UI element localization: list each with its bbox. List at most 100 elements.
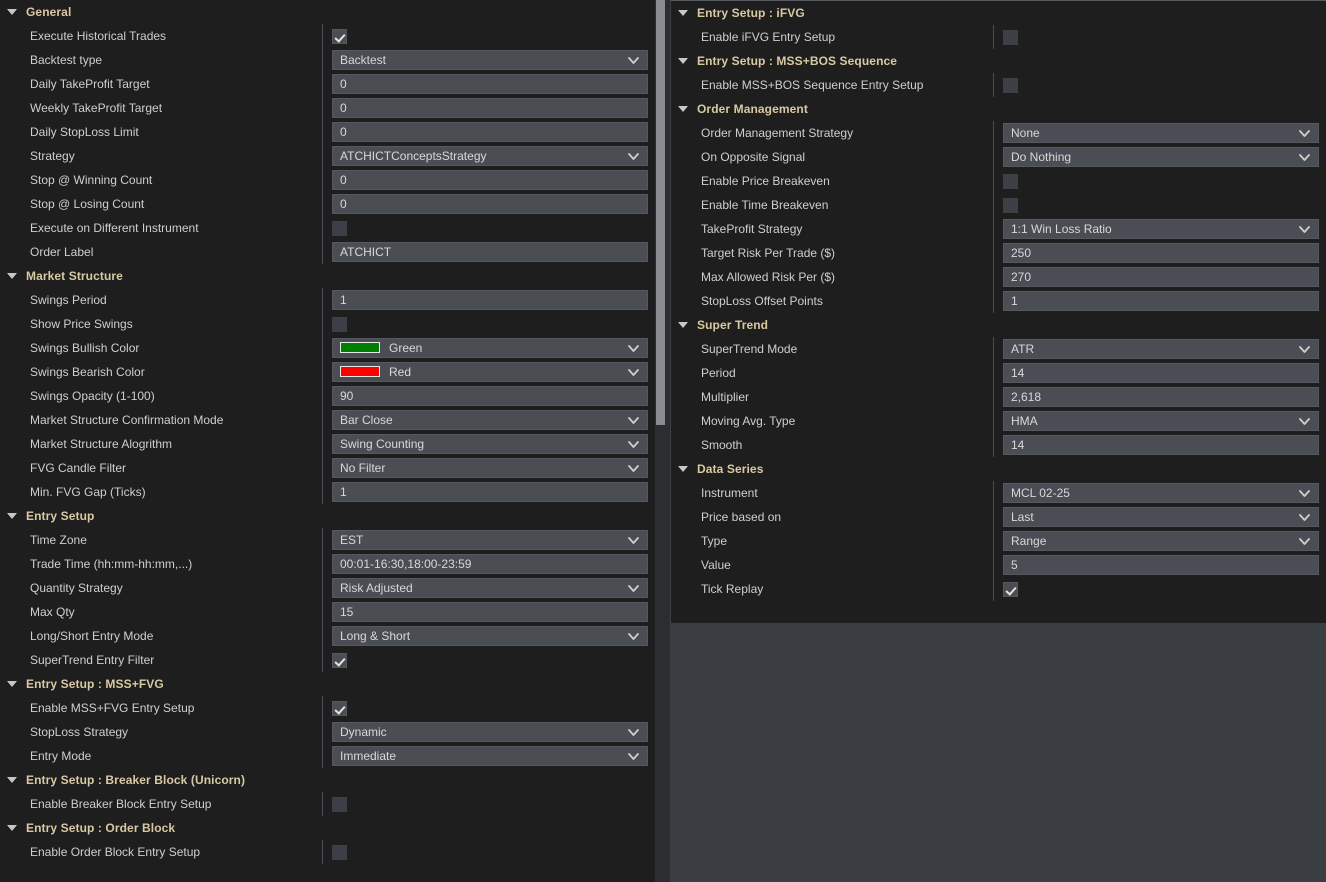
checkbox-enable-mss-fvg-entry-setup[interactable] — [332, 700, 347, 716]
checkbox-execute-historical-trades[interactable] — [332, 28, 347, 44]
text-input-stop-losing-count[interactable]: 0 — [332, 194, 648, 214]
text-input-stop-winning-count[interactable]: 0 — [332, 170, 648, 190]
dropdown-stoploss-strategy[interactable]: Dynamic — [332, 722, 648, 742]
text-input-daily-takeprofit-target[interactable]: 0 — [332, 74, 648, 94]
property-row: Stop @ Losing Count 0 — [0, 192, 655, 216]
dropdown-strategy[interactable]: ATCHICTConceptsStrategy — [332, 146, 648, 166]
text-input-trade-time-hh-mm-hh-mm[interactable]: 00:01-16:30,18:00-23:59 — [332, 554, 648, 574]
property-label-execute-historical-trades: Execute Historical Trades — [30, 29, 167, 43]
text-input-smooth[interactable]: 14 — [1003, 435, 1319, 455]
group-header-market-structure[interactable]: Market Structure — [0, 264, 655, 288]
input-value: 270 — [1011, 270, 1032, 284]
dropdown-fvg-candle-filter[interactable]: No Filter — [332, 458, 648, 478]
text-input-value[interactable]: 5 — [1003, 555, 1319, 575]
triangle-down-icon — [678, 322, 688, 328]
dropdown-price-based-on[interactable]: Last — [1003, 507, 1319, 527]
group-header-entry-setup-order-block[interactable]: Entry Setup : Order Block — [0, 816, 655, 840]
property-value-cell — [322, 24, 655, 48]
dropdown-value: ATCHICTConceptsStrategy — [340, 149, 487, 163]
text-input-swings-opacity-1-100[interactable]: 90 — [332, 386, 648, 406]
property-value-cell — [993, 169, 1326, 193]
input-value: ATCHICT — [340, 245, 392, 259]
property-label-weekly-takeprofit-target: Weekly TakeProfit Target — [30, 101, 163, 115]
triangle-down-icon — [7, 513, 17, 519]
property-row: TakeProfit Strategy 1:1 Win Loss Ratio — [671, 217, 1326, 241]
dropdown-value: EST — [340, 533, 364, 547]
property-label-smooth: Smooth — [701, 438, 743, 452]
property-value-cell: MCL 02-25 — [993, 481, 1326, 505]
group-header-data-series[interactable]: Data Series — [671, 457, 1326, 481]
group-header-entry-setup[interactable]: Entry Setup — [0, 504, 655, 528]
dropdown-entry-mode[interactable]: Immediate — [332, 746, 648, 766]
group-header-entry-setup-ifvg[interactable]: Entry Setup : iFVG — [671, 1, 1326, 25]
property-label-backtest-type: Backtest type — [30, 53, 103, 67]
property-row: StopLoss Strategy Dynamic — [0, 720, 655, 744]
dropdown-value: None — [1011, 126, 1040, 140]
property-row: Show Price Swings — [0, 312, 655, 336]
checkbox-enable-breaker-block-entry-setup[interactable] — [332, 796, 347, 812]
group-title: Entry Setup — [26, 509, 95, 523]
property-label-supertrend-entry-filter: SuperTrend Entry Filter — [30, 653, 155, 667]
dropdown-value: Last — [1011, 510, 1034, 524]
group-header-entry-setup-mss-fvg[interactable]: Entry Setup : MSS+FVG — [0, 672, 655, 696]
input-value: 00:01-16:30,18:00-23:59 — [340, 557, 472, 571]
dropdown-instrument[interactable]: MCL 02-25 — [1003, 483, 1319, 503]
checkbox-enable-order-block-entry-setup[interactable] — [332, 844, 347, 860]
dropdown-takeprofit-strategy[interactable]: 1:1 Win Loss Ratio — [1003, 219, 1319, 239]
dropdown-market-structure-confirmation-mode[interactable]: Bar Close — [332, 410, 648, 430]
dropdown-supertrend-mode[interactable]: ATR — [1003, 339, 1319, 359]
property-label-strategy: Strategy — [30, 149, 75, 163]
scrollbar-thumb[interactable] — [656, 0, 665, 425]
group-header-order-management[interactable]: Order Management — [671, 97, 1326, 121]
dropdown-on-opposite-signal[interactable]: Do Nothing — [1003, 147, 1319, 167]
checkbox-supertrend-entry-filter[interactable] — [332, 652, 347, 668]
checkbox-execute-on-different-instrument[interactable] — [332, 220, 347, 236]
dropdown-order-management-strategy[interactable]: None — [1003, 123, 1319, 143]
property-value-cell: Swing Counting — [322, 432, 655, 456]
text-input-swings-period[interactable]: 1 — [332, 290, 648, 310]
text-input-period[interactable]: 14 — [1003, 363, 1319, 383]
group-header-general[interactable]: General — [0, 0, 655, 24]
checkbox-enable-ifvg-entry-setup[interactable] — [1003, 29, 1018, 45]
text-input-daily-stoploss-limit[interactable]: 0 — [332, 122, 648, 142]
chevron-down-icon — [1299, 412, 1310, 430]
text-input-multiplier[interactable]: 2,618 — [1003, 387, 1319, 407]
text-input-min-fvg-gap-ticks[interactable]: 1 — [332, 482, 648, 502]
dropdown-moving-avg-type[interactable]: HMA — [1003, 411, 1319, 431]
group-title: Super Trend — [697, 318, 769, 332]
text-input-max-allowed-risk-per[interactable]: 270 — [1003, 267, 1319, 287]
dropdown-value: Long & Short — [340, 629, 411, 643]
group-header-super-trend[interactable]: Super Trend — [671, 313, 1326, 337]
property-value-cell: 250 — [993, 241, 1326, 265]
group-header-entry-setup-mss-bos-sequence[interactable]: Entry Setup : MSS+BOS Sequence — [671, 49, 1326, 73]
triangle-down-icon — [678, 58, 688, 64]
dropdown-market-structure-alogrithm[interactable]: Swing Counting — [332, 434, 648, 454]
color-picker-swings-bearish-color[interactable]: Red — [332, 362, 648, 382]
property-label-max-qty: Max Qty — [30, 605, 75, 619]
checkbox-enable-mss-bos-sequence-entry-setup[interactable] — [1003, 77, 1018, 93]
text-input-order-label[interactable]: ATCHICT — [332, 242, 648, 262]
dropdown-time-zone[interactable]: EST — [332, 530, 648, 550]
dropdown-type[interactable]: Range — [1003, 531, 1319, 551]
dropdown-backtest-type[interactable]: Backtest — [332, 50, 648, 70]
checkbox-enable-time-breakeven[interactable] — [1003, 197, 1018, 213]
checkbox-tick-replay[interactable] — [1003, 581, 1018, 597]
checkbox-enable-price-breakeven[interactable] — [1003, 173, 1018, 189]
dropdown-quantity-strategy[interactable]: Risk Adjusted — [332, 578, 648, 598]
property-row: Enable Order Block Entry Setup — [0, 840, 655, 864]
color-picker-swings-bullish-color[interactable]: Green — [332, 338, 648, 358]
text-input-target-risk-per-trade[interactable]: 250 — [1003, 243, 1319, 263]
group-header-entry-setup-breaker-block-unicorn[interactable]: Entry Setup : Breaker Block (Unicorn) — [0, 768, 655, 792]
property-label-enable-mss-bos-sequence-entry-setup: Enable MSS+BOS Sequence Entry Setup — [701, 78, 924, 92]
property-label-fvg-candle-filter: FVG Candle Filter — [30, 461, 127, 475]
property-label-enable-order-block-entry-setup: Enable Order Block Entry Setup — [30, 845, 201, 859]
text-input-weekly-takeprofit-target[interactable]: 0 — [332, 98, 648, 118]
property-value-cell: ATCHICTConceptsStrategy — [322, 144, 655, 168]
right-property-grid: Entry Setup : iFVG Enable iFVG Entry Setu… — [671, 1, 1326, 601]
text-input-max-qty[interactable]: 15 — [332, 602, 648, 622]
dropdown-long-short-entry-mode[interactable]: Long & Short — [332, 626, 648, 646]
property-label-price-based-on: Price based on — [701, 510, 782, 524]
checkbox-show-price-swings[interactable] — [332, 316, 347, 332]
text-input-stoploss-offset-points[interactable]: 1 — [1003, 291, 1319, 311]
group-title: Entry Setup : Breaker Block (Unicorn) — [26, 773, 246, 787]
